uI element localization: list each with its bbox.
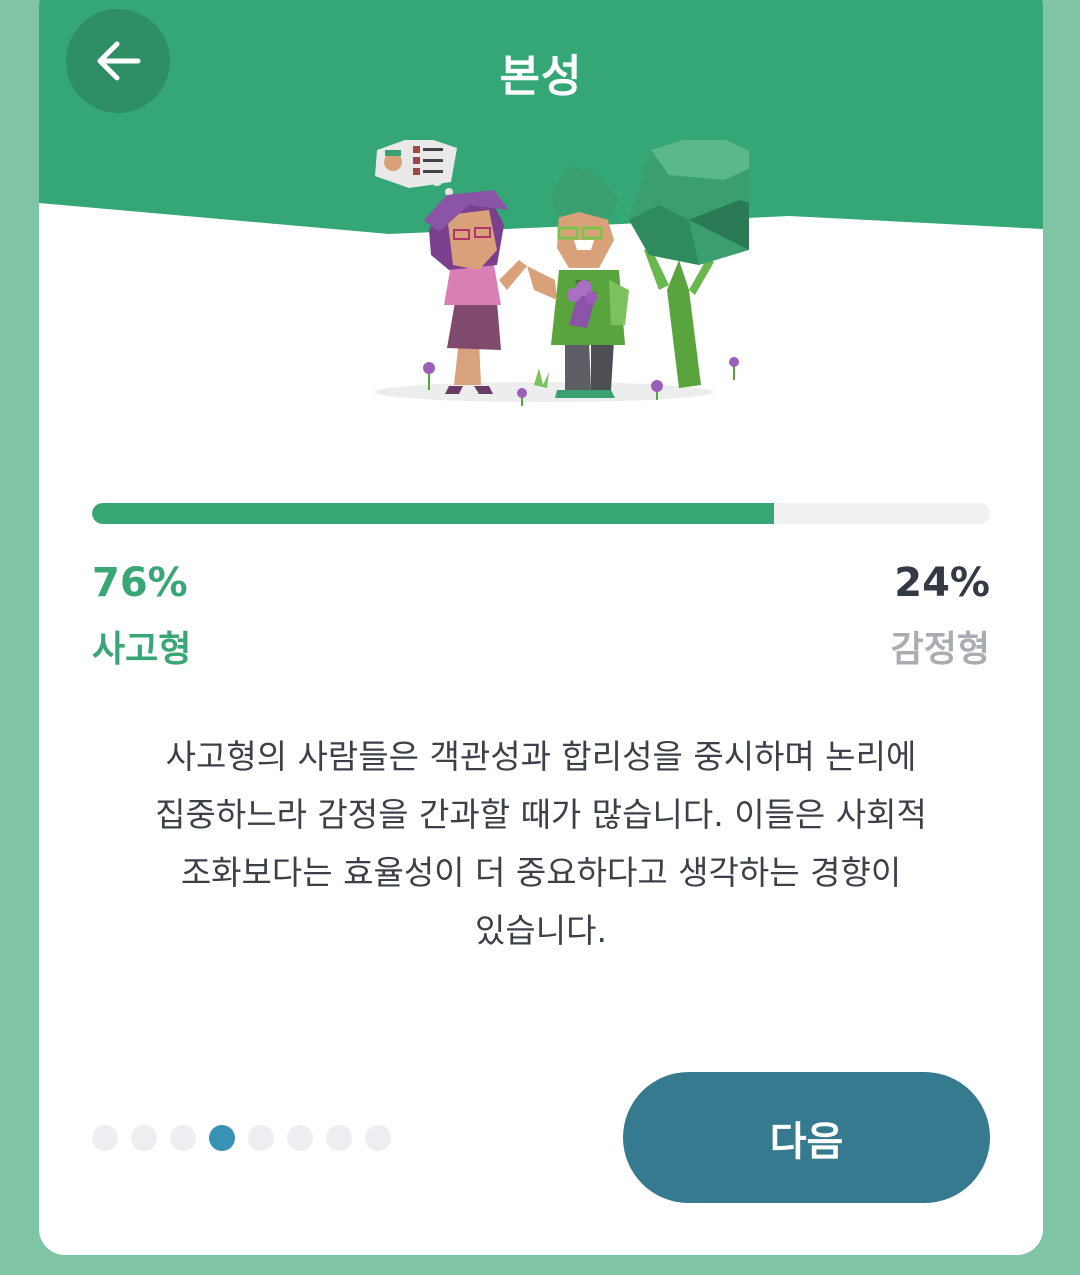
page-dot[interactable] xyxy=(248,1125,274,1151)
progress-fill xyxy=(92,503,775,524)
page-dot[interactable] xyxy=(326,1125,352,1151)
progress-bar xyxy=(92,503,990,524)
page-indicator xyxy=(92,1125,391,1151)
page-dot[interactable] xyxy=(170,1125,196,1151)
description-line: 조화보다는 효율성이 더 중요하다고 생각하는 경향이 xyxy=(180,853,902,892)
description-text: 사고형의 사람들은 객관성과 합리성을 중시하며 논리에 집중하느라 감정을 간… xyxy=(109,728,973,960)
description-line: 집중하느라 감정을 간과할 때가 많습니다. 이들은 사회적 xyxy=(155,795,927,834)
thinking-percent: 76% xyxy=(92,560,188,606)
page-dot[interactable] xyxy=(92,1125,118,1151)
woman-figure-icon xyxy=(424,190,527,394)
thinking-label: 사고형 xyxy=(92,629,192,670)
page-dot[interactable] xyxy=(287,1125,313,1151)
description-line: 있습니다. xyxy=(475,911,607,950)
page-dot-active[interactable] xyxy=(209,1125,235,1151)
page-dot[interactable] xyxy=(131,1125,157,1151)
page-title: 본성 xyxy=(499,51,583,102)
page-dot[interactable] xyxy=(365,1125,391,1151)
feeling-label: 감정형 xyxy=(890,629,990,670)
thought-bubble-icon xyxy=(375,140,457,196)
next-button[interactable]: 다음 xyxy=(623,1072,990,1203)
result-card: 본성 76% 사고형 24% 감정형 사고형의 사람들은 객관성과 합리성을 중… xyxy=(39,0,1043,1255)
description-line: 사고형의 사람들은 객관성과 합리성을 중시하며 논리에 xyxy=(165,737,917,776)
couple-illustration xyxy=(374,140,749,406)
man-figure-icon xyxy=(527,165,629,398)
tree-icon xyxy=(629,140,749,388)
feeling-percent: 24% xyxy=(894,560,990,606)
